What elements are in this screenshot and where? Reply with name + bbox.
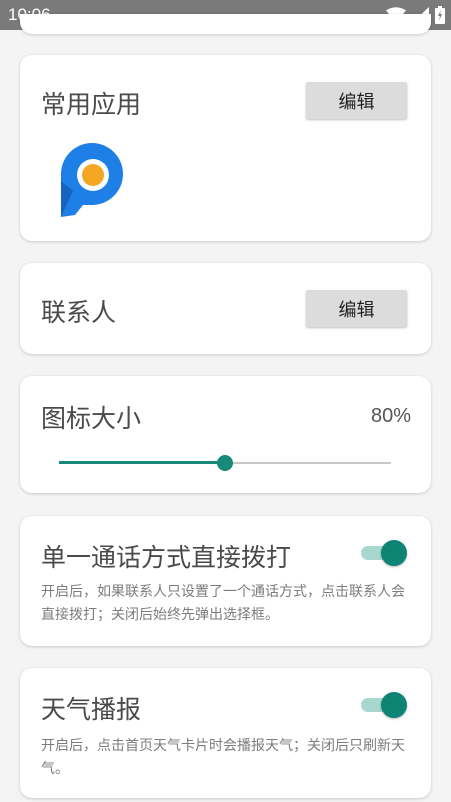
app-shortcut-icon[interactable] — [55, 141, 135, 221]
battery-icon — [435, 6, 445, 24]
weather-broadcast-card: 天气播报 开启后，点击首页天气卡片时会播报天气；关闭后只刷新天气。 — [20, 668, 431, 798]
slider-thumb[interactable] — [217, 455, 233, 471]
frequent-apps-edit-button[interactable]: 编辑 — [306, 82, 407, 119]
direct-dial-toggle[interactable] — [361, 540, 407, 566]
contacts-title: 联系人 — [41, 298, 117, 327]
contacts-card: 联系人 编辑 — [20, 263, 431, 354]
weather-broadcast-description: 开启后，点击首页天气卡片时会播报天气；关闭后只刷新天气。 — [41, 738, 405, 777]
slider-track-fill — [59, 461, 225, 464]
direct-dial-description: 开启后，如果联系人只设置了一个通话方式，点击联系人会直接拨打；关闭后始终先弹出选… — [41, 584, 405, 623]
previous-card-edge — [20, 14, 431, 34]
direct-dial-title: 单一通话方式直接拨打 — [41, 543, 292, 572]
weather-broadcast-toggle[interactable] — [361, 692, 407, 718]
icon-size-card: 图标大小 80% — [20, 376, 431, 493]
icon-size-slider[interactable] — [59, 454, 391, 472]
icon-size-value: 80% — [370, 405, 411, 427]
frequent-apps-card: 常用应用 编辑 — [20, 55, 431, 241]
toggle-knob — [381, 692, 407, 718]
weather-broadcast-title: 天气播报 — [41, 695, 142, 724]
toggle-knob — [381, 540, 407, 566]
direct-dial-card: 单一通话方式直接拨打 开启后，如果联系人只设置了一个通话方式，点击联系人会直接拨… — [20, 516, 431, 646]
icon-size-title: 图标大小 — [41, 404, 142, 433]
frequent-apps-title: 常用应用 — [41, 90, 142, 119]
contacts-edit-button[interactable]: 编辑 — [306, 290, 407, 327]
